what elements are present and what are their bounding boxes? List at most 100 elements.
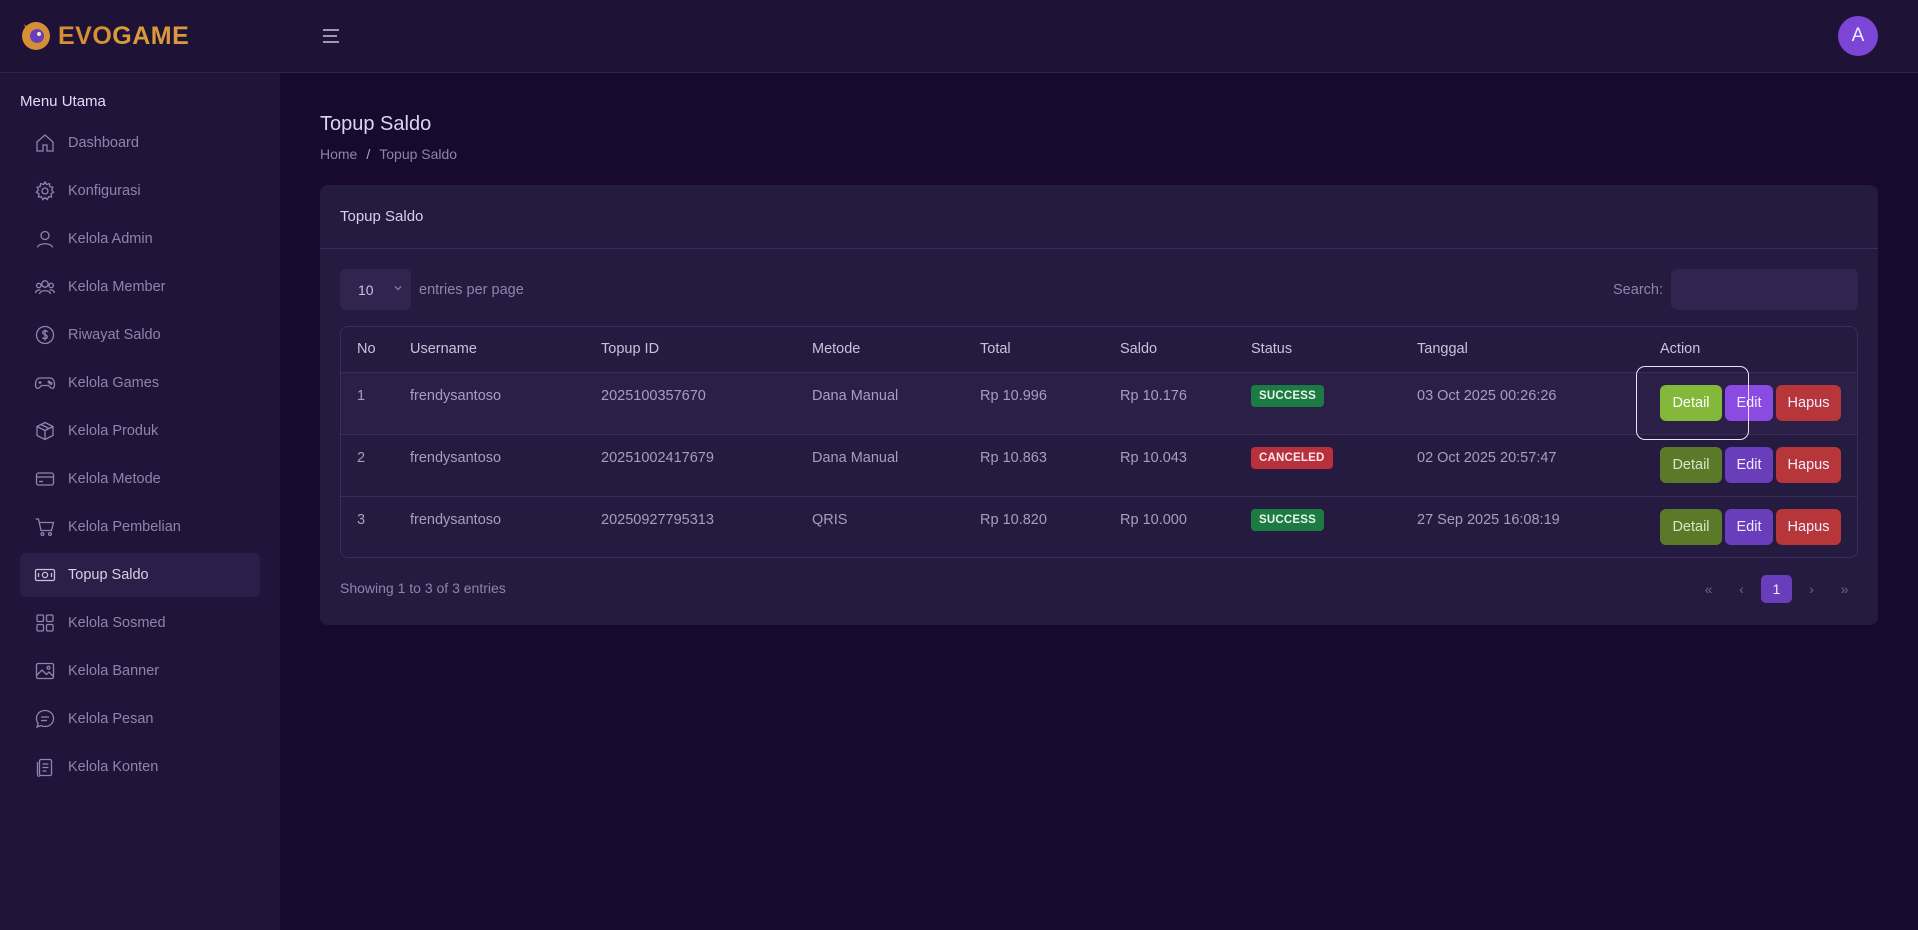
delete-button[interactable]: Hapus xyxy=(1776,447,1841,483)
card-title: Topup Saldo xyxy=(320,185,1878,249)
box-icon xyxy=(34,420,56,442)
col-metode-header[interactable]: Metode xyxy=(796,327,964,373)
cell-username: frendysantoso xyxy=(394,372,585,435)
delete-button[interactable]: Hapus xyxy=(1776,385,1841,421)
table-row: 2 frendysantoso 20251002417679 Dana Manu… xyxy=(341,434,1857,497)
last-page-button[interactable]: » xyxy=(1831,575,1858,603)
document-icon xyxy=(34,756,56,778)
col-topup-id-header[interactable]: Topup ID xyxy=(585,327,796,373)
sidebar-item-riwayat-saldo[interactable]: Riwayat Saldo xyxy=(20,313,260,357)
sidebar-item-label: Dashboard xyxy=(68,135,139,151)
col-saldo-header[interactable]: Saldo xyxy=(1104,327,1235,373)
top-bar: EVOGAME A xyxy=(0,0,1918,73)
home-icon xyxy=(34,132,56,154)
pagination: « ‹ 1 › » xyxy=(1695,575,1858,603)
cell-tanggal: 02 Oct 2025 20:57:47 xyxy=(1401,434,1644,497)
sidebar-item-kelola-games[interactable]: Kelola Games xyxy=(20,361,260,405)
col-total-header[interactable]: Total xyxy=(964,327,1104,373)
edit-button[interactable]: Edit xyxy=(1725,447,1773,483)
cell-total: Rp 10.820 xyxy=(980,512,1047,529)
col-action-header: Action xyxy=(1644,327,1857,373)
breadcrumb-separator: / xyxy=(366,146,371,162)
sidebar-item-label: Topup Saldo xyxy=(68,567,149,583)
col-username-header[interactable]: Username xyxy=(394,327,585,373)
edit-button[interactable]: Edit xyxy=(1725,509,1773,546)
topup-card: Topup Saldo 10 entries per page Search: … xyxy=(320,185,1878,625)
sidebar-item-konfigurasi[interactable]: Konfigurasi xyxy=(20,169,260,213)
avatar[interactable]: A xyxy=(1838,16,1878,56)
prev-page-button[interactable]: ‹ xyxy=(1728,575,1755,603)
delete-button[interactable]: Hapus xyxy=(1776,509,1841,546)
logo[interactable]: EVOGAME xyxy=(20,20,189,52)
cash-icon xyxy=(34,564,56,586)
sidebar-item-label: Kelola Member xyxy=(68,279,166,295)
sidebar-item-kelola-metode[interactable]: Kelola Metode xyxy=(20,457,260,501)
users-icon xyxy=(34,276,56,298)
dollar-circle-icon xyxy=(34,324,56,346)
logo-mark-icon xyxy=(22,22,50,50)
gear-icon xyxy=(34,180,56,202)
sidebar-item-kelola-produk[interactable]: Kelola Produk xyxy=(20,409,260,453)
card-icon xyxy=(34,468,56,490)
sidebar-item-label: Kelola Produk xyxy=(68,423,159,439)
sidebar-menu: Dashboard Konfigurasi Kelola Admin Kelol… xyxy=(20,121,260,793)
sidebar-item-kelola-konten[interactable]: Kelola Konten xyxy=(20,745,260,789)
sidebar-item-label: Konfigurasi xyxy=(68,183,141,199)
sidebar-item-label: Kelola Games xyxy=(68,375,160,391)
cell-actions: Detail Edit Hapus xyxy=(1644,434,1857,497)
edit-button[interactable]: Edit xyxy=(1725,385,1773,421)
col-no-header[interactable]: No xyxy=(341,327,394,373)
cell-status: SUCCESS xyxy=(1235,372,1401,435)
sidebar-item-kelola-member[interactable]: Kelola Member xyxy=(20,265,260,309)
next-page-button[interactable]: › xyxy=(1798,575,1825,603)
sidebar-item-label: Kelola Pembelian xyxy=(68,519,181,535)
cell-no: 1 xyxy=(341,372,394,435)
cell-no: 2 xyxy=(341,434,394,497)
cell-username: frendysantoso xyxy=(394,434,585,497)
topup-table: No Username Topup ID Metode Total Saldo … xyxy=(340,326,1858,558)
sidebar-item-kelola-pembelian[interactable]: Kelola Pembelian xyxy=(20,505,260,549)
first-page-button[interactable]: « xyxy=(1695,575,1722,603)
detail-button[interactable]: Detail xyxy=(1660,385,1722,421)
chevron-down-icon xyxy=(394,286,402,291)
entries-per-page-select[interactable]: 10 xyxy=(340,269,411,310)
cell-actions: Detail Edit Hapus xyxy=(1644,496,1857,557)
search-control: Search: xyxy=(1613,269,1858,310)
sidebar-heading: Menu Utama xyxy=(20,93,106,110)
menu-toggle-icon[interactable] xyxy=(320,25,342,47)
breadcrumb-home-link[interactable]: Home xyxy=(320,146,357,162)
sidebar-item-topup-saldo[interactable]: Topup Saldo xyxy=(20,553,260,597)
grid-icon xyxy=(34,612,56,634)
sidebar-item-kelola-admin[interactable]: Kelola Admin xyxy=(20,217,260,261)
cell-metode: QRIS xyxy=(812,512,848,529)
sidebar-item-label: Kelola Konten xyxy=(68,759,159,775)
sidebar-item-kelola-pesan[interactable]: Kelola Pesan xyxy=(20,697,260,741)
cell-metode: Dana Manual xyxy=(796,372,964,435)
sidebar: Menu Utama Dashboard Konfigurasi Kelola … xyxy=(0,73,280,930)
cell-status: CANCELED xyxy=(1235,434,1401,497)
cell-total: Rp 10.863 xyxy=(964,434,1104,497)
sidebar-item-label: Riwayat Saldo xyxy=(68,327,161,343)
sidebar-item-kelola-banner[interactable]: Kelola Banner xyxy=(20,649,260,693)
sidebar-item-kelola-sosmed[interactable]: Kelola Sosmed xyxy=(20,601,260,645)
gamepad-icon xyxy=(34,372,56,394)
status-badge: CANCELED xyxy=(1251,447,1333,469)
cell-topup-id: 20251002417679 xyxy=(585,434,796,497)
col-tanggal-header[interactable]: Tanggal xyxy=(1401,327,1644,373)
search-label: Search: xyxy=(1613,281,1663,298)
cell-no: 3 xyxy=(357,512,366,529)
sidebar-item-label: Kelola Banner xyxy=(68,663,160,679)
logo-text: EVOGAME xyxy=(58,21,190,50)
cell-metode: Dana Manual xyxy=(796,434,964,497)
status-badge: SUCCESS xyxy=(1251,509,1324,532)
search-input[interactable] xyxy=(1671,269,1858,310)
table-header-row: No Username Topup ID Metode Total Saldo … xyxy=(341,327,1857,373)
entries-value: 10 xyxy=(358,281,374,298)
sidebar-item-dashboard[interactable]: Dashboard xyxy=(20,121,260,165)
col-status-header[interactable]: Status xyxy=(1235,327,1401,373)
detail-button[interactable]: Detail xyxy=(1660,509,1722,546)
page-1-button[interactable]: 1 xyxy=(1761,575,1792,603)
detail-button[interactable]: Detail xyxy=(1660,447,1722,483)
cell-tanggal: 03 Oct 2025 00:26:26 xyxy=(1401,372,1644,435)
entries-summary: Showing 1 to 3 of 3 entries xyxy=(340,580,506,596)
